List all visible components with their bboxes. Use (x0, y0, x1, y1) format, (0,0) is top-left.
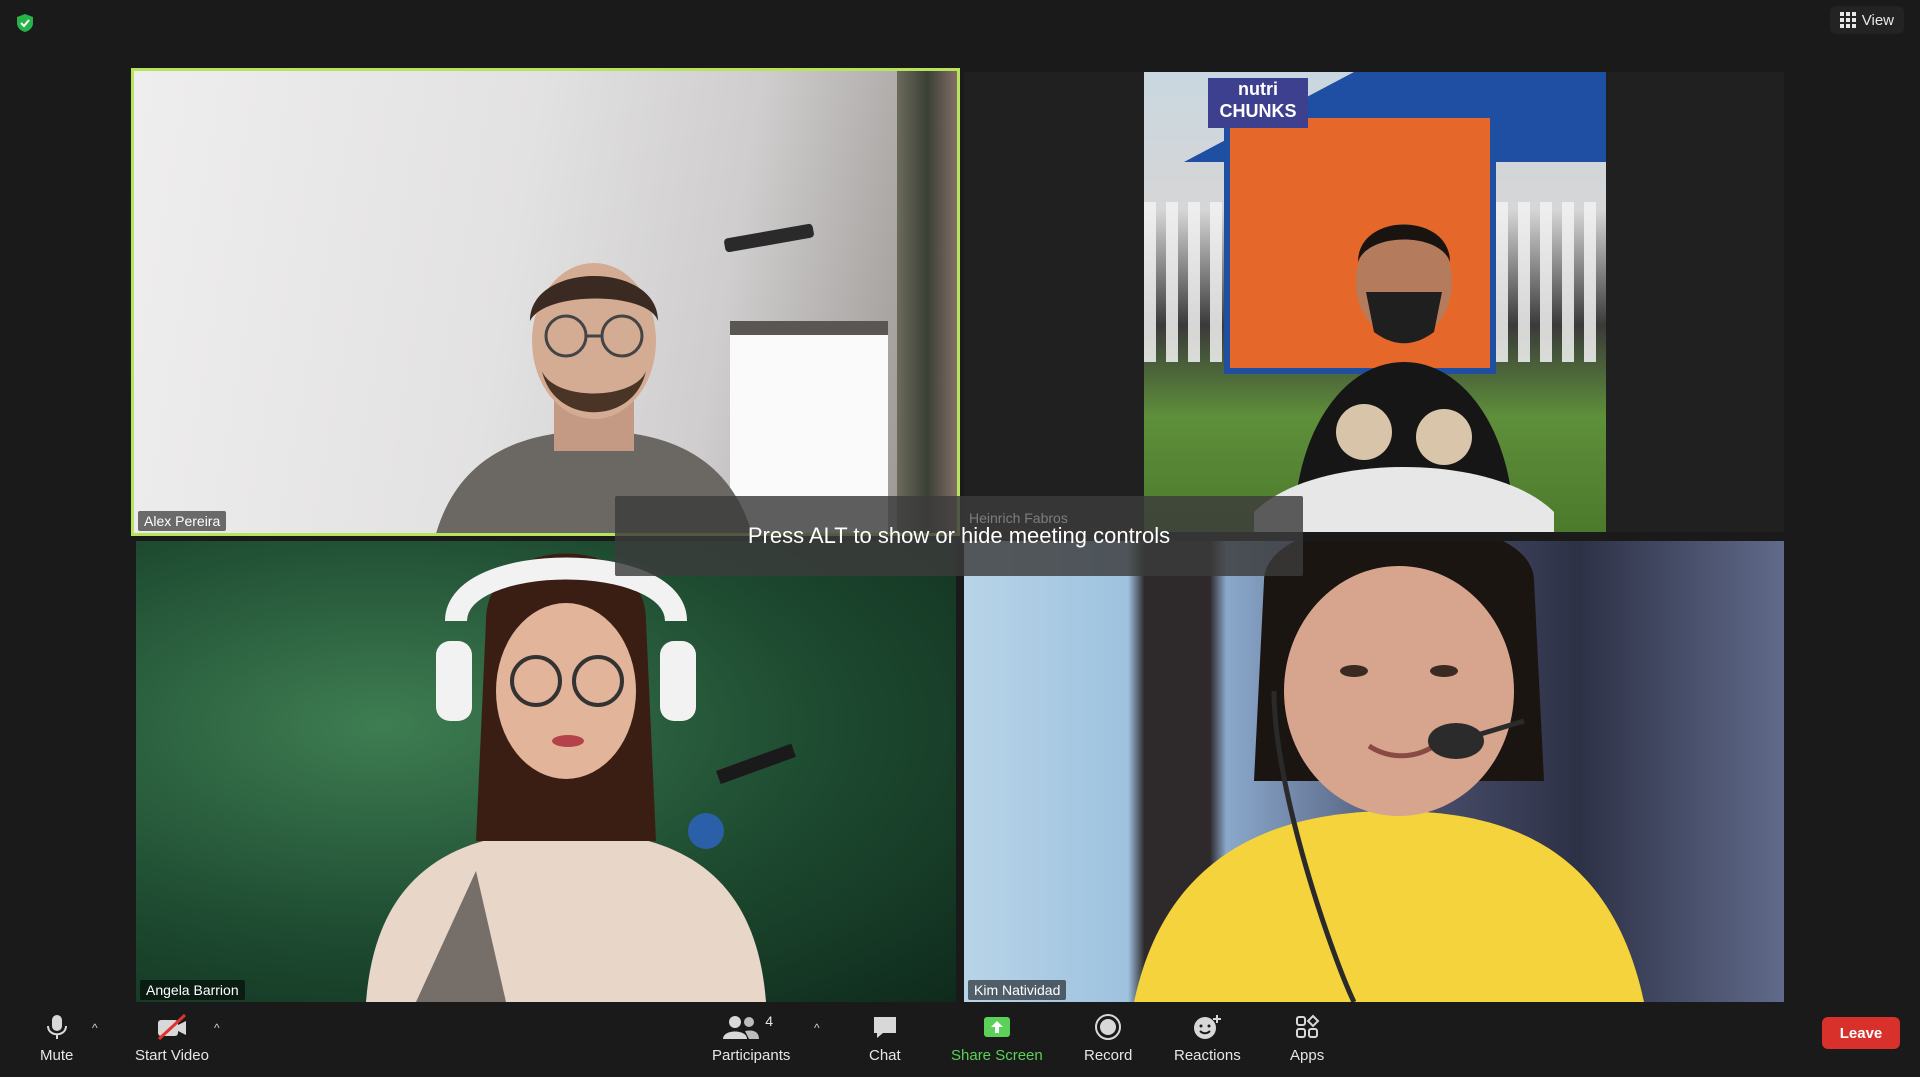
view-button[interactable]: View (1829, 6, 1904, 34)
participant-name-label: Alex Pereira (138, 511, 227, 531)
start-video-label: Start Video (135, 1047, 209, 1064)
participants-label: Participants (712, 1047, 791, 1064)
microphone-icon (46, 1015, 67, 1039)
participant-video-kim (1134, 541, 1644, 1002)
participants-count: 4 (765, 1013, 773, 1029)
brand-sign: nutri CHUNKS (1208, 78, 1308, 128)
participant-name-label: Angela Barrion (140, 980, 245, 1000)
meeting-toolbar: Mute ^ Start Video ^ 4 Participants ^ Ch… (0, 1003, 1920, 1077)
mute-button[interactable]: Mute (40, 1013, 73, 1064)
toast-message: Press ALT to show or hide meeting contro… (747, 523, 1171, 548)
record-icon (1095, 1014, 1122, 1040)
participant-photo-heinrich (1254, 224, 1554, 532)
participants-button[interactable]: 4 Participants (712, 1013, 790, 1064)
grid-view-icon (1839, 12, 1856, 28)
participant-name-label-heinrich: Heinrich Fabros (969, 510, 1068, 526)
start-video-button[interactable]: Start Video (135, 1013, 209, 1064)
mute-label: Mute (40, 1047, 74, 1064)
chat-bubble-icon (873, 1017, 896, 1038)
participant-video-alex (436, 263, 752, 533)
emoji-plus-icon (1194, 1015, 1222, 1039)
participants-icon (723, 1016, 760, 1039)
video-tile-angela[interactable]: Angela Barrion (136, 541, 956, 1002)
video-tile-heinrich[interactable]: nutri CHUNKS (964, 72, 1784, 532)
participant-video-angela (366, 553, 796, 1002)
record-label: Record (1084, 1047, 1133, 1064)
curtain (897, 71, 957, 533)
profile-photo: nutri CHUNKS (1144, 72, 1606, 532)
share-screen-button[interactable]: Share Screen (951, 1013, 1043, 1064)
video-off-icon (157, 1013, 186, 1041)
participants-options-caret-icon[interactable]: ^ (814, 1021, 820, 1035)
chat-button[interactable]: Chat (869, 1013, 901, 1064)
meeting-controls-hint-toast: Heinrich Fabros Press ALT to show or hid… (615, 496, 1303, 576)
audio-options-caret-icon[interactable]: ^ (92, 1021, 98, 1035)
view-label: View (1861, 11, 1894, 29)
apps-button[interactable]: Apps (1290, 1013, 1324, 1064)
leave-button[interactable]: Leave (1822, 1017, 1900, 1049)
security-shield-icon[interactable] (14, 12, 36, 34)
apps-icon (1296, 1014, 1320, 1038)
record-button[interactable]: Record (1084, 1013, 1132, 1064)
share-screen-label: Share Screen (951, 1047, 1043, 1064)
apps-label: Apps (1290, 1047, 1325, 1064)
reactions-label: Reactions (1174, 1047, 1241, 1064)
reactions-button[interactable]: Reactions (1174, 1013, 1241, 1064)
video-tile-kim[interactable]: Kim Natividad (964, 541, 1784, 1002)
video-options-caret-icon[interactable]: ^ (214, 1021, 220, 1035)
video-tile-alex[interactable]: Alex Pereira (131, 68, 960, 536)
participant-name-label: Kim Natividad (968, 980, 1067, 1000)
share-screen-icon (983, 1017, 1010, 1037)
chat-label: Chat (869, 1047, 901, 1064)
